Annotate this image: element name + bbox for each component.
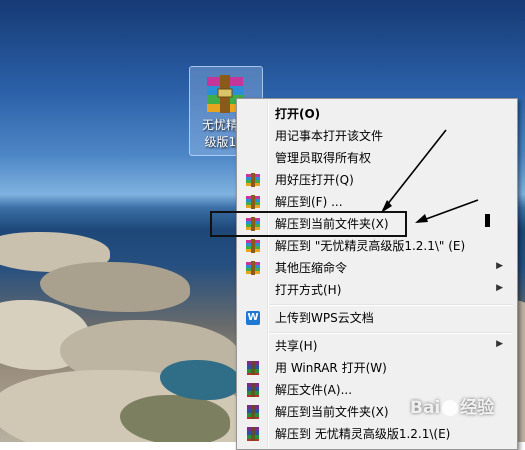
menu-item-label: 解压到当前文件夹(X) [275, 217, 389, 231]
menu-item-open-with-haozip[interactable]: 用好压打开(Q) [239, 169, 513, 191]
menu-item-label: 解压到当前文件夹(X) [275, 405, 389, 419]
paw-icon [442, 400, 459, 416]
menu-item-label: 其他压缩命令 [275, 261, 348, 275]
haozip-icon [245, 260, 261, 276]
menu-item-label: 解压到 无忧精灵高级版1.2.1\(E) [275, 427, 451, 441]
submenu-arrow-icon: ▶ [496, 283, 503, 293]
menu-item-open[interactable]: 打开(O) [239, 103, 513, 125]
menu-item-label: 用好压打开(Q) [275, 173, 354, 187]
menu-item-label: 解压到(F) ... [275, 195, 343, 209]
menu-item-label: 解压文件(A)... [275, 383, 353, 397]
menu-item-extract-to[interactable]: 解压到(F) ... [239, 191, 513, 213]
submenu-arrow-icon: ▶ [496, 339, 503, 349]
menu-separator [269, 332, 513, 334]
menu-item-open-with[interactable]: 打开方式(H) ▶ [239, 279, 513, 301]
text-cursor [485, 214, 490, 227]
winrar-icon [245, 426, 261, 442]
menu-item-extract-to-folder[interactable]: 解压到 "无忧精灵高级版1.2.1\" (E) [239, 235, 513, 257]
menu-item-take-ownership[interactable]: 管理员取得所有权 [239, 147, 513, 169]
menu-item-open-with-notepad[interactable]: 用记事本打开该文件 [239, 125, 513, 147]
menu-item-extract-here[interactable]: 解压到当前文件夹(X) [239, 213, 513, 235]
menu-item-other-compress-commands[interactable]: 其他压缩命令 ▶ [239, 257, 513, 279]
menu-item-label: 打开方式(H) [275, 283, 342, 297]
menu-item-label: 打开(O) [275, 107, 321, 121]
haozip-icon [245, 216, 261, 232]
menu-item-label: 解压到 "无忧精灵高级版1.2.1\" (E) [275, 239, 466, 253]
haozip-icon [245, 172, 261, 188]
wps-cloud-icon: W [246, 311, 260, 325]
winrar-icon [245, 382, 261, 398]
menu-item-upload-wps-cloud[interactable]: W 上传到WPS云文档 [239, 307, 513, 329]
menu-item-label: 用记事本打开该文件 [275, 129, 384, 143]
haozip-icon [245, 194, 261, 210]
watermark: Bai 经验 [410, 398, 495, 418]
winrar-icon [245, 404, 261, 420]
menu-item-label: 上传到WPS云文档 [275, 311, 374, 325]
menu-item-label: 用 WinRAR 打开(W) [275, 361, 387, 375]
menu-item-label: 共享(H) [275, 339, 318, 353]
menu-item-share[interactable]: 共享(H) ▶ [239, 335, 513, 357]
submenu-arrow-icon: ▶ [496, 261, 503, 271]
haozip-icon [245, 238, 261, 254]
menu-separator [269, 304, 513, 306]
winrar-icon [245, 360, 261, 376]
menu-item-label: 管理员取得所有权 [275, 151, 372, 165]
menu-item-open-with-winrar[interactable]: 用 WinRAR 打开(W) [239, 357, 513, 379]
